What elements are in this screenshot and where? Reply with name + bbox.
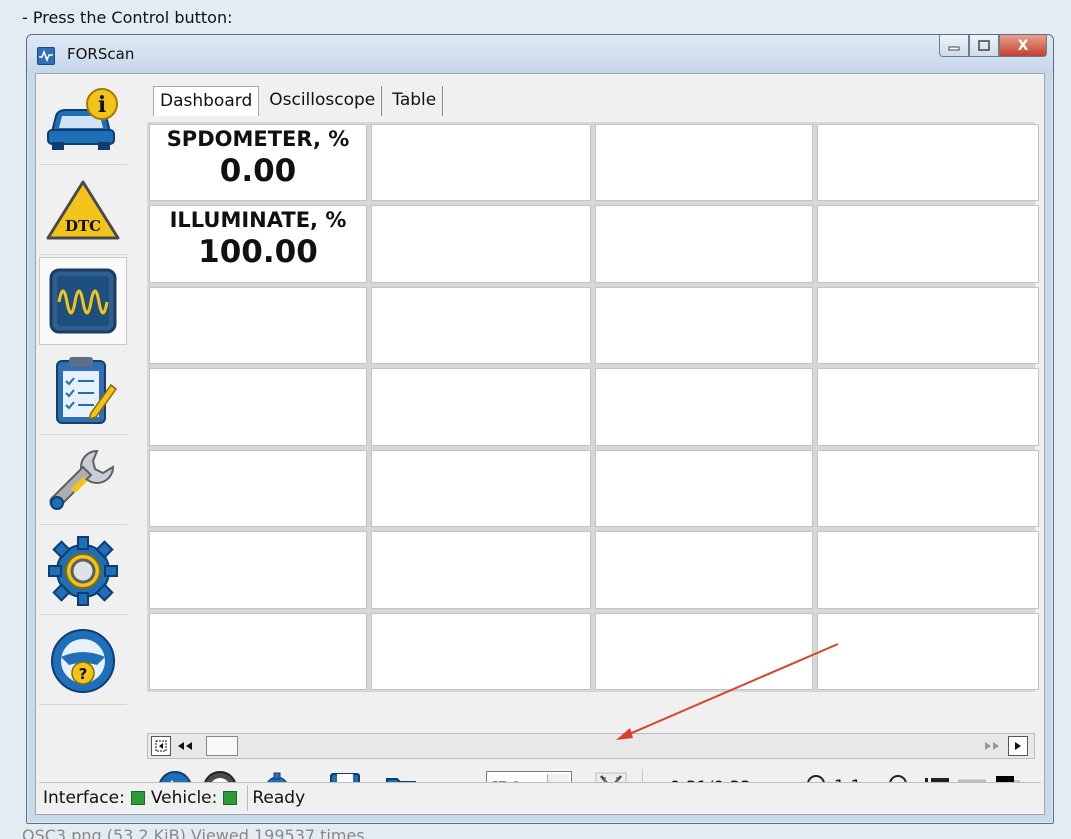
empty-cell[interactable]	[371, 124, 591, 202]
status-text: Ready	[252, 787, 306, 808]
tab-table[interactable]: Table	[386, 86, 444, 116]
checklist-icon	[56, 356, 118, 424]
tab-dashboard[interactable]: Dashboard	[153, 86, 260, 116]
vehicle-led-icon	[223, 790, 238, 805]
timeline-scrollbar[interactable]	[147, 733, 1035, 759]
interface-led-icon	[130, 790, 145, 805]
empty-cell[interactable]	[595, 124, 813, 202]
svg-text:i: i	[98, 92, 106, 118]
empty-cell[interactable]	[595, 205, 813, 283]
interface-status: Interface: Vehicle:	[39, 784, 249, 811]
empty-cell[interactable]	[595, 531, 813, 609]
empty-cell[interactable]	[371, 205, 591, 283]
gauge-cell[interactable]: SPDOMETER, % 0.00	[149, 124, 367, 202]
scroll-start-icon	[155, 740, 167, 752]
empty-cell[interactable]	[149, 612, 367, 690]
image-caption: OSC3.png (53.2 KiB) Viewed 199537 times	[22, 826, 365, 839]
gauge-cell[interactable]: ILLUMINATE, % 100.00	[149, 205, 367, 283]
empty-cell[interactable]	[817, 368, 1039, 446]
gauge-name: SPDOMETER, %	[166, 127, 350, 151]
minimize-button[interactable]	[939, 35, 969, 57]
empty-cell[interactable]	[149, 286, 367, 365]
tab-bar: Dashboard Oscilloscope Table	[153, 86, 447, 116]
help-wheel-icon: ?	[51, 628, 115, 693]
instruction-caption: - Press the Control button:	[22, 8, 233, 27]
empty-cell[interactable]	[595, 368, 813, 446]
sidebar-item-settings[interactable]	[39, 527, 127, 615]
gauge-name: ILLUMINATE, %	[169, 208, 347, 233]
empty-cell[interactable]	[595, 449, 813, 528]
empty-cell[interactable]	[817, 124, 1039, 202]
fast-forward-button[interactable]	[982, 736, 1002, 756]
empty-cell[interactable]	[371, 368, 591, 446]
empty-cell[interactable]	[371, 286, 591, 365]
scroll-start-button[interactable]	[151, 736, 171, 756]
empty-cell[interactable]	[149, 449, 367, 528]
sidebar-item-dtc[interactable]: DTC	[39, 167, 127, 255]
scroll-thumb[interactable]	[206, 736, 238, 756]
sidebar-item-checklist[interactable]	[39, 347, 127, 435]
minimize-icon	[948, 46, 960, 50]
dtc-warning-icon: DTC	[46, 180, 120, 239]
empty-cell[interactable]	[817, 531, 1039, 609]
empty-cell[interactable]	[371, 612, 591, 690]
sidebar-item-help[interactable]: ?	[39, 617, 127, 705]
interface-label: Interface:	[43, 787, 125, 808]
oscilloscope-icon	[49, 268, 117, 334]
empty-cell[interactable]	[817, 205, 1039, 283]
window-title: FORScan	[67, 45, 135, 63]
sidebar-item-oscilloscope[interactable]	[39, 257, 127, 345]
vehicle-label: Vehicle:	[150, 787, 218, 808]
maximize-button[interactable]	[969, 35, 999, 57]
car-info-icon: i	[47, 87, 118, 150]
wrench-icon	[49, 449, 115, 510]
dashboard-grid: SPDOMETER, % 0.00 ILLUMINATE, % 100.00	[147, 122, 1039, 692]
dtc-label: DTC	[65, 217, 101, 235]
empty-cell[interactable]	[149, 368, 367, 446]
forscan-window: FORScan X i DTC ? Dashboard Oscilloscope…	[26, 34, 1054, 824]
sidebar: i DTC ?	[39, 77, 129, 747]
rewind-button[interactable]	[175, 736, 195, 756]
maximize-icon	[978, 40, 990, 51]
empty-cell[interactable]	[817, 286, 1039, 365]
empty-cell[interactable]	[595, 286, 813, 365]
gauge-value: 100.00	[198, 234, 318, 271]
empty-cell[interactable]	[817, 449, 1039, 528]
scroll-right-button[interactable]	[1008, 736, 1028, 756]
arrow-right-icon	[1015, 742, 1021, 750]
sidebar-item-service[interactable]	[39, 437, 127, 525]
empty-cell[interactable]	[371, 531, 591, 609]
empty-cell[interactable]	[149, 531, 367, 609]
close-button[interactable]: X	[999, 35, 1047, 57]
forscan-app-icon	[37, 47, 55, 65]
gear-icon	[48, 535, 118, 606]
status-bar: Interface: Vehicle: Ready	[39, 782, 1041, 812]
empty-cell[interactable]	[817, 612, 1039, 690]
empty-cell[interactable]	[595, 612, 813, 690]
rewind-icon	[178, 742, 192, 750]
fast-forward-icon	[985, 742, 999, 750]
client-area: i DTC ? Dashboard Oscilloscope Table SPD…	[35, 73, 1045, 815]
tab-oscilloscope[interactable]: Oscilloscope	[263, 86, 383, 116]
sidebar-item-vehicle-info[interactable]: i	[39, 77, 127, 165]
title-bar[interactable]: FORScan X	[27, 35, 1053, 73]
svg-text:?: ?	[79, 665, 88, 683]
gauge-value: 0.00	[219, 153, 297, 189]
empty-cell[interactable]	[371, 449, 591, 528]
